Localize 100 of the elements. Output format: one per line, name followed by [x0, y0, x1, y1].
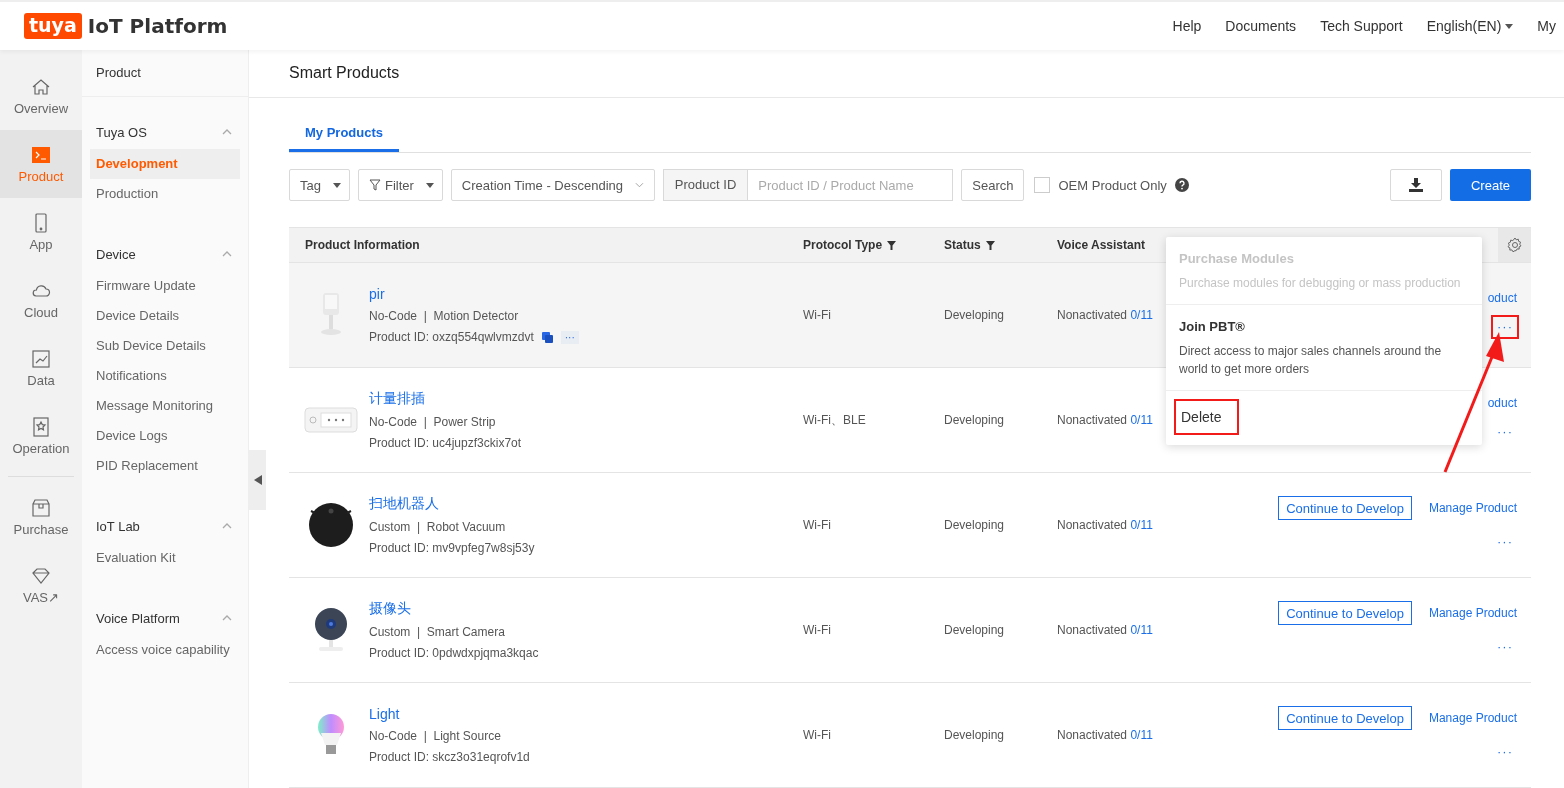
product-name-link[interactable]: 计量排插: [369, 390, 425, 408]
copy-icon[interactable]: [541, 331, 553, 343]
sidebar-item[interactable]: Production: [90, 179, 240, 209]
voice-status: Nonactivated: [1057, 413, 1128, 427]
rail-icon: [31, 416, 51, 437]
create-button[interactable]: Create: [1449, 169, 1531, 201]
voice-status: Nonactivated: [1057, 518, 1128, 532]
rail-item[interactable]: Overview: [0, 62, 82, 130]
sidebar-item[interactable]: Firmware Update: [90, 271, 240, 301]
filter-icon: [368, 179, 381, 191]
voice-count-link[interactable]: 0/11: [1130, 623, 1153, 637]
group-header[interactable]: Tuya OS: [82, 115, 248, 149]
sidebar-item[interactable]: Evaluation Kit: [90, 543, 240, 573]
more-button[interactable]: ···: [1491, 420, 1519, 444]
download-icon: [1407, 177, 1424, 193]
nav-link[interactable]: Documents: [1225, 18, 1297, 34]
product-type: No-Code | Motion Detector: [369, 309, 519, 323]
sidebar-item[interactable]: Access voice capability: [90, 635, 240, 665]
rail-icon: [31, 497, 51, 518]
voice-count-link[interactable]: 0/11: [1130, 308, 1153, 322]
checkbox-label: OEM Product Only: [1058, 177, 1167, 193]
filter-dropdown[interactable]: Filter: [357, 169, 443, 201]
sidebar-item[interactable]: Message Monitoring: [90, 391, 240, 421]
group-header[interactable]: Device: [82, 237, 248, 271]
nav-link[interactable]: Tech Support: [1320, 18, 1403, 34]
product-id: Product ID: skcz3o31eqrofv1d: [369, 750, 530, 764]
sidebar-item[interactable]: Notifications: [90, 361, 240, 391]
voice-status: Nonactivated: [1057, 728, 1128, 742]
manage-product-link[interactable]: Manage Product: [1428, 501, 1519, 515]
rail-item[interactable]: Operation: [0, 402, 82, 470]
product-type: Custom | Robot Vacuum: [369, 520, 506, 534]
column-header: Protocol Type: [803, 228, 944, 262]
sidebar-item[interactable]: Device Details: [90, 301, 240, 331]
sidebar-title: Product: [82, 50, 248, 97]
collapse-handle[interactable]: [249, 450, 266, 510]
product-type: No-Code | Light Source: [369, 729, 501, 743]
table-row[interactable]: 扫地机器人 Custom | Robot Vacuum Product ID: mv9vpfeg7w8sj53y Wi-Fi Developing Nonactivated 0/11 Continue to Develop Manage Product ···: [289, 473, 1531, 578]
manage-product-link[interactable]: Manage Product: [1428, 606, 1519, 620]
product-id: Product ID: mv9vpfeg7w8sj53y: [369, 541, 535, 555]
more-button[interactable]: ···: [1491, 635, 1519, 659]
search-field[interactable]: Product ID / Product Name: [748, 169, 954, 201]
group-header[interactable]: Voice Platform: [82, 601, 248, 635]
product-name-link[interactable]: pir: [369, 286, 385, 302]
sort-dropdown[interactable]: Creation Time - Descending: [450, 169, 655, 201]
filter-icon[interactable]: [887, 240, 897, 250]
continue-button[interactable]: Continue to Develop: [1278, 706, 1412, 730]
more-tag[interactable]: ···: [560, 330, 579, 344]
product-id: Product ID: uc4jupzf3ckix7ot: [369, 436, 522, 450]
delete-menu-item[interactable]: Delete: [1174, 399, 1240, 435]
voice-status: Nonactivated: [1057, 308, 1128, 322]
column-header: Status: [944, 228, 1057, 262]
search-scope[interactable]: Product ID: [662, 169, 749, 201]
table-row[interactable]: 摄像头 Custom | Smart Camera Product ID: 0pdwdxpjqma3kqac Wi-Fi Developing Nonactivated 0/11 Continue to Develop Manage Product ···: [289, 578, 1531, 683]
checkbox[interactable]: [1034, 177, 1051, 193]
sidebar-item[interactable]: Sub Device Details: [90, 331, 240, 361]
group-header[interactable]: IoT Lab: [82, 509, 248, 543]
tab[interactable]: My Products: [289, 116, 399, 152]
manage-product-link[interactable]: oduct: [1487, 396, 1519, 410]
sidebar-item[interactable]: PID Replacement: [90, 451, 240, 481]
table-cell-text: Wi-Fi: [803, 517, 832, 534]
help-icon: [1174, 178, 1189, 192]
manage-product-link[interactable]: oduct: [1487, 291, 1519, 305]
sidebar-item[interactable]: Device Logs: [90, 421, 240, 451]
tag-dropdown[interactable]: Tag: [289, 169, 350, 201]
menu-item-title: Join PBT®: [1179, 318, 1245, 336]
manage-product-link[interactable]: Manage Product: [1428, 711, 1519, 725]
menu-item-description: Purchase modules for debugging or mass production: [1179, 275, 1462, 292]
filter-icon[interactable]: [985, 240, 995, 250]
rail-item[interactable]: Cloud: [0, 266, 82, 334]
table-cell-text: Developing: [944, 307, 1006, 324]
nav-link[interactable]: Help: [1172, 18, 1202, 34]
table-cell-text: Wi-Fi: [803, 727, 832, 744]
table-cell-text: Developing: [944, 622, 1006, 639]
rail-item[interactable]: Data: [0, 334, 82, 402]
rail-item[interactable]: VAS↗: [0, 551, 82, 619]
nav-link[interactable]: My: [1537, 18, 1556, 34]
rail-item[interactable]: App: [0, 198, 82, 266]
voice-status: Nonactivated: [1057, 623, 1128, 637]
nav-link[interactable]: English(EN): [1426, 18, 1514, 34]
table-row[interactable]: Light No-Code | Light Source Product ID: skcz3o31eqrofv1d Wi-Fi Developing Nonactivated 0/11 Continue to Develop Manage Product ···: [289, 683, 1531, 788]
product-name-link[interactable]: 摄像头: [369, 600, 411, 618]
download-button[interactable]: [1389, 169, 1442, 201]
continue-button[interactable]: Continue to Develop: [1278, 496, 1412, 520]
chevron-icon: [222, 129, 232, 135]
voice-count-link[interactable]: 0/11: [1130, 728, 1153, 742]
column-header: Product Information: [304, 237, 421, 254]
settings-button[interactable]: [1498, 228, 1531, 262]
caret-icon: [332, 182, 341, 188]
settings-icon: [1506, 237, 1523, 253]
chevron-icon: [222, 615, 232, 621]
continue-button[interactable]: Continue to Develop: [1278, 601, 1412, 625]
product-name-link[interactable]: 扫地机器人: [369, 495, 439, 513]
search-button[interactable]: Search: [961, 169, 1025, 201]
menu-item[interactable]: Join PBT® Direct access to major sales channels around the world to get more orders: [1166, 305, 1482, 391]
product-name-link[interactable]: Light: [369, 706, 400, 722]
rail-item[interactable]: Purchase: [0, 483, 82, 551]
more-button[interactable]: ···: [1491, 530, 1519, 554]
more-button[interactable]: ···: [1491, 740, 1519, 764]
voice-count-link[interactable]: 0/11: [1130, 518, 1153, 532]
voice-count-link[interactable]: 0/11: [1130, 413, 1153, 427]
